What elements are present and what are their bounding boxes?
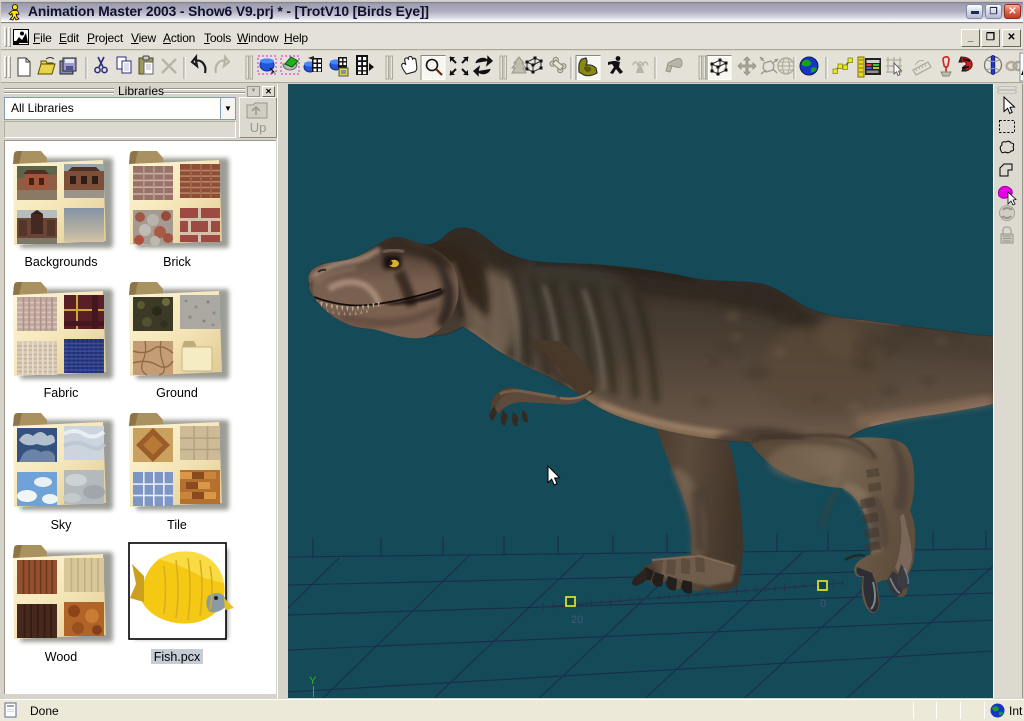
svg-text:Sky: Sky — [51, 518, 73, 532]
svg-text:Tile: Tile — [167, 518, 187, 532]
svg-text:Y: Y — [309, 675, 317, 687]
svg-text:20: 20 — [571, 614, 583, 626]
svg-text:Brick: Brick — [163, 255, 192, 269]
svg-text:Ground: Ground — [156, 386, 198, 400]
svg-text:Wood: Wood — [45, 650, 77, 664]
svg-text:Backgrounds: Backgrounds — [25, 255, 98, 269]
svg-text:0: 0 — [820, 598, 826, 610]
svg-text:Fabric: Fabric — [44, 386, 79, 400]
svg-text:Fish.pcx: Fish.pcx — [154, 650, 201, 664]
svg-text:A: A — [1021, 59, 1023, 79]
